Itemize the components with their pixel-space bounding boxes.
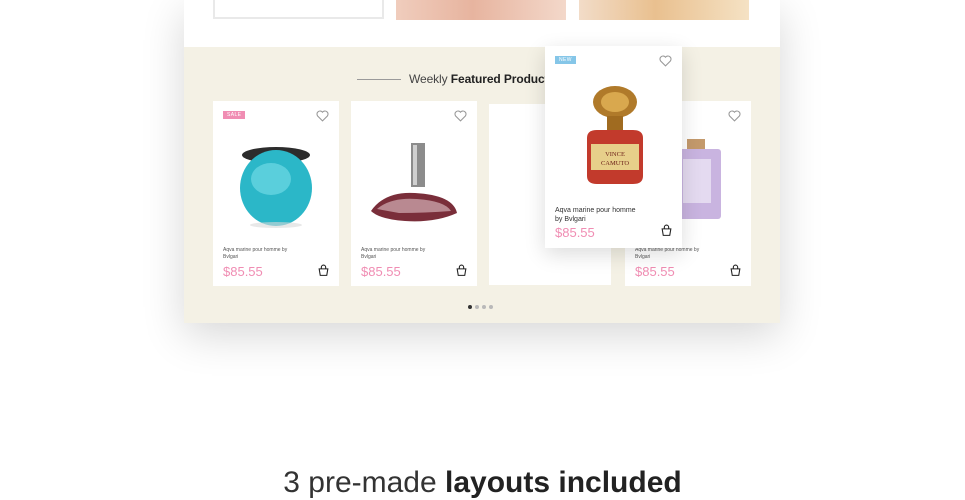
product-name[interactable]: Aqva marine pour homme by Bvlgari bbox=[361, 247, 441, 261]
sale-badge: SALE bbox=[223, 111, 246, 119]
product-card[interactable]: Aqva marine pour homme by Bvlgari $85.55 bbox=[351, 101, 477, 286]
heading-divider bbox=[357, 78, 401, 80]
product-price: $85.55 bbox=[635, 264, 675, 279]
feature-tagline: 3 pre-made layouts included bbox=[0, 466, 965, 500]
carousel-dot[interactable] bbox=[468, 305, 472, 309]
heart-icon[interactable] bbox=[659, 55, 672, 67]
blue-perfume-bottle-icon bbox=[240, 147, 312, 228]
euphoria-perfume-bottle-icon bbox=[371, 143, 457, 222]
cart-icon[interactable] bbox=[660, 224, 673, 237]
bottle-label-2: CAMUTO bbox=[601, 160, 629, 167]
heart-icon[interactable] bbox=[454, 110, 467, 122]
heart-icon[interactable] bbox=[728, 110, 741, 122]
product-name[interactable]: Aqva marine pour homme by Bvlgari bbox=[223, 247, 303, 261]
new-badge: NEW bbox=[555, 56, 576, 64]
banner-tile-1[interactable] bbox=[213, 0, 384, 19]
banner-row bbox=[184, 0, 780, 47]
product-price: $85.55 bbox=[223, 264, 263, 279]
carousel-dot[interactable] bbox=[475, 305, 479, 309]
banner-tile-2[interactable] bbox=[396, 0, 566, 20]
tagline-light: 3 pre-made bbox=[283, 466, 437, 499]
vince-camuto-bottle-icon: VINCE CAMUTO bbox=[587, 86, 643, 184]
carousel-dots bbox=[468, 305, 493, 309]
cart-icon[interactable] bbox=[729, 264, 742, 277]
product-name[interactable]: Aqva marine pour homme by Bvlgari bbox=[635, 247, 715, 261]
product-name-line-2: by Bvlgari bbox=[555, 216, 586, 223]
banner-tile-3[interactable] bbox=[579, 0, 749, 20]
heart-icon[interactable] bbox=[316, 110, 329, 122]
product-price: $85.55 bbox=[361, 264, 401, 279]
product-name[interactable]: Aqva marine pour homme by Bvlgari bbox=[555, 206, 665, 224]
cart-icon[interactable] bbox=[317, 264, 330, 277]
carousel-dot[interactable] bbox=[482, 305, 486, 309]
product-card-hovered[interactable]: NEW VINCE CAMUTO Aqva marine pour homme … bbox=[545, 46, 682, 248]
carousel-dot[interactable] bbox=[489, 305, 493, 309]
bottle-label: VINCE bbox=[605, 151, 625, 158]
cart-icon[interactable] bbox=[455, 264, 468, 277]
section-title: Weekly Featured Product bbox=[409, 72, 549, 86]
section-heading: Weekly Featured Product bbox=[357, 72, 549, 86]
tagline-bold: layouts included bbox=[445, 466, 682, 499]
product-price: $85.55 bbox=[555, 225, 595, 240]
product-card[interactable]: SALE Aqva marine pour homme by Bvlgari $… bbox=[213, 101, 339, 286]
product-name-line-1: Aqva marine pour homme bbox=[555, 207, 636, 214]
